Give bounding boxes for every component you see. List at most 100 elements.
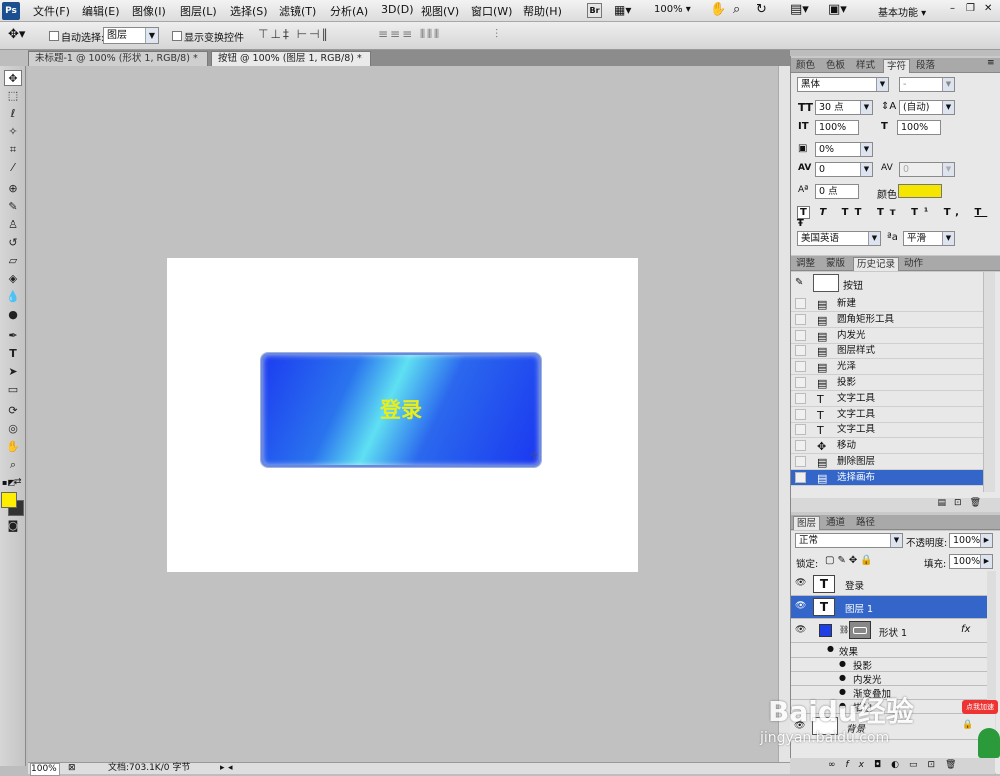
clone-stamp-icon[interactable]: ♙ xyxy=(4,217,22,233)
antialias-select[interactable]: 平滑 ▼ xyxy=(903,231,955,246)
visibility-eye-icon[interactable]: 👁 xyxy=(795,625,806,635)
history-source-checkbox[interactable] xyxy=(795,298,806,309)
move-tool-icon[interactable]: ✥ xyxy=(4,70,22,86)
tab-paragraph[interactable]: 段落 xyxy=(913,59,938,73)
layer-row-layer1[interactable]: 👁 T 图层 1 xyxy=(791,596,996,619)
opacity-field[interactable]: 100% ▶ xyxy=(949,533,993,548)
rectangle-tool-icon[interactable]: ▭ xyxy=(4,382,22,398)
effects-row[interactable]: ● 效果 xyxy=(791,643,996,658)
paint-bucket-icon[interactable]: ◈ xyxy=(4,271,22,287)
menu-edit[interactable]: 编辑(E) xyxy=(82,3,120,19)
crop-tool-icon[interactable]: ⌗ xyxy=(4,142,22,158)
auto-align-icon[interactable]: ⫶ xyxy=(495,27,498,42)
tsume-field[interactable]: 0% ▼ xyxy=(815,142,873,157)
eyedropper-icon[interactable]: ⁄ xyxy=(4,160,22,176)
font-size-field[interactable]: 30 点 ▼ xyxy=(815,100,873,115)
tab-paths[interactable]: 路径 xyxy=(853,516,878,530)
lock-icons[interactable]: ▢✎✥🔒 xyxy=(825,555,876,566)
quick-mask-icon[interactable]: ◙ xyxy=(4,518,22,534)
history-brush-source-icon[interactable]: ✎ xyxy=(795,277,803,288)
history-state[interactable]: T 文字工具 xyxy=(791,391,985,407)
blend-mode-select[interactable]: 正常 ▼ xyxy=(795,533,903,548)
pen-tool-icon[interactable]: ✒ xyxy=(4,328,22,344)
menu-3d[interactable]: 3D(D) xyxy=(381,3,414,16)
menu-select[interactable]: 选择(S) xyxy=(230,3,268,19)
leading-field[interactable]: (自动) ▼ xyxy=(899,100,955,115)
bridge-button[interactable]: Br xyxy=(587,3,602,18)
effect-eye-icon[interactable]: ● xyxy=(839,659,846,668)
baseline-shift-field[interactable]: 0 点 xyxy=(815,184,859,199)
history-state[interactable]: ✥ 移动 xyxy=(791,438,985,455)
hand-tool-icon[interactable]: ✋ xyxy=(710,2,726,17)
shape-fill-swatch[interactable] xyxy=(819,624,832,637)
snapshot-thumbnail[interactable] xyxy=(813,274,839,292)
history-source-checkbox[interactable] xyxy=(795,361,806,373)
menu-window[interactable]: 窗口(W) xyxy=(471,3,512,19)
distribute-icons[interactable]: ≡≡≡ ⫴⫴⫴ xyxy=(378,27,441,42)
fx-badge[interactable]: fx xyxy=(961,624,970,635)
fill-field[interactable]: 100% ▶ xyxy=(949,554,993,569)
tab-channels[interactable]: 通道 xyxy=(823,516,848,530)
horizontal-scale-field[interactable]: 100% xyxy=(897,120,941,135)
history-source-checkbox[interactable] xyxy=(795,408,806,420)
history-brush-icon[interactable]: ↺ xyxy=(4,235,22,251)
history-source-checkbox[interactable] xyxy=(795,313,806,325)
workspace-switcher[interactable]: 基本功能 ▾ xyxy=(878,4,926,19)
history-scrollbar[interactable] xyxy=(983,272,995,492)
restore-button[interactable]: ❐ xyxy=(966,3,975,14)
tab-masks[interactable]: 蒙版 xyxy=(823,257,848,271)
eraser-tool-icon[interactable]: ▱ xyxy=(4,253,22,269)
magic-wand-icon[interactable]: ✧ xyxy=(4,124,22,140)
tab-color[interactable]: 颜色 xyxy=(793,59,818,73)
all-caps-button[interactable]: TT xyxy=(842,207,868,218)
history-state[interactable]: ▤ 选择画布 xyxy=(791,469,985,486)
tracking-field[interactable]: 0 ▼ xyxy=(899,162,955,177)
tab-styles[interactable]: 样式 xyxy=(853,59,878,73)
history-state[interactable]: ▤ 图层样式 xyxy=(791,343,985,360)
history-source-checkbox[interactable] xyxy=(795,329,806,341)
move-tool-preset-icon[interactable]: ✥▾ xyxy=(8,27,25,42)
tab-layers[interactable]: 图层 xyxy=(793,516,821,530)
new-snapshot-icon[interactable]: ⊡ xyxy=(954,498,970,508)
effect-item[interactable]: ● 投影 xyxy=(791,658,996,672)
screen-mode-icon[interactable]: ▦▾ xyxy=(614,3,631,17)
speedup-badge[interactable]: 点我加速 xyxy=(962,700,998,714)
hand-icon[interactable]: ✋ xyxy=(4,439,22,455)
effect-eye-icon[interactable]: ● xyxy=(827,644,834,653)
layer-row-shape1[interactable]: 👁 ⛓ 形状 1 fx xyxy=(791,619,996,643)
marquee-tool-icon[interactable]: ⬚ xyxy=(4,88,22,104)
faux-italic-button[interactable]: T xyxy=(819,207,832,218)
delete-layer-icon[interactable]: 🗑 xyxy=(945,760,966,770)
minimize-button[interactable]: – xyxy=(950,3,955,14)
brush-tool-icon[interactable]: ✎ xyxy=(4,199,22,215)
menu-layer[interactable]: 图层(L) xyxy=(180,3,217,19)
adjustment-layer-icon[interactable]: ◐ xyxy=(891,760,909,770)
lasso-tool-icon[interactable]: ℓ xyxy=(4,106,22,122)
link-layers-icon[interactable]: ∞ xyxy=(828,760,846,770)
history-source-checkbox[interactable] xyxy=(795,392,806,404)
underline-button[interactable]: T xyxy=(974,207,987,218)
menu-image[interactable]: 图像(I) xyxy=(132,3,166,19)
delete-state-icon[interactable]: 🗑 xyxy=(970,498,989,508)
dodge-tool-icon[interactable]: ● xyxy=(4,307,22,323)
history-source-checkbox[interactable] xyxy=(795,456,806,467)
history-state[interactable]: ▤ 删除图层 xyxy=(791,454,985,470)
status-toggle-icon[interactable]: ⊠ xyxy=(68,763,76,774)
type-style-buttons[interactable]: T T TT Tт T¹ T, T Ŧ xyxy=(797,206,1000,229)
hscroll-left-icon[interactable]: ◂ xyxy=(228,763,233,774)
tab-actions[interactable]: 动作 xyxy=(901,257,926,271)
menu-view[interactable]: 视图(V) xyxy=(421,3,459,19)
visibility-eye-icon[interactable]: 👁 xyxy=(795,601,806,611)
path-selection-icon[interactable]: ➤ xyxy=(4,364,22,380)
history-source-checkbox[interactable] xyxy=(795,377,806,388)
tab-adjustments[interactable]: 调整 xyxy=(793,257,818,271)
layer-row-login[interactable]: 👁 T 登录 xyxy=(791,573,996,596)
arrange-documents-icon[interactable]: ▤▾ xyxy=(790,2,809,17)
history-state[interactable]: ▤ 圆角矩形工具 xyxy=(791,312,985,328)
new-layer-icon[interactable]: ⊡ xyxy=(928,760,946,770)
menu-file[interactable]: 文件(F) xyxy=(33,3,70,19)
font-style-select[interactable]: - ▼ xyxy=(899,77,955,92)
auto-select-target[interactable]: 图层 ▼ xyxy=(103,27,159,44)
align-icons[interactable]: ⊤⊥‡ ⊢⊣‖ xyxy=(258,27,330,41)
status-zoom-field[interactable]: 100% xyxy=(30,763,60,776)
